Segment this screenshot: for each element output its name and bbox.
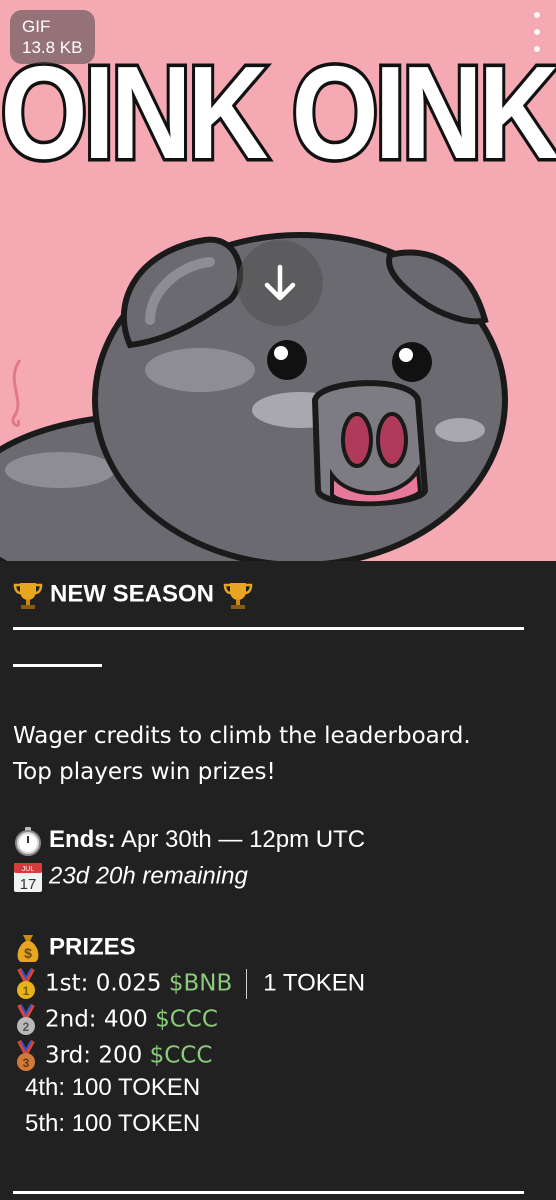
svg-text:JUL: JUL <box>22 866 35 873</box>
gif-size-badge: GIF 13.8 KB <box>10 10 95 64</box>
stopwatch-icon <box>15 826 41 856</box>
prize-2nd-text: 2nd: 400 <box>45 1006 156 1033</box>
gif-media[interactable]: OINK OINK GIF 13.8 KB <box>0 0 556 561</box>
download-button[interactable] <box>237 240 323 326</box>
silver-medal-icon: 2 <box>17 1004 35 1035</box>
svg-text:17: 17 <box>20 876 37 893</box>
prize-row-4th: 4th: 100 TOKEN <box>25 1074 201 1101</box>
divider-line-short <box>13 664 102 667</box>
prize-3rd-text: 3rd: 200 <box>45 1042 150 1069</box>
intro-line-1: Wager credits to climb the leaderboard. <box>13 723 471 749</box>
divider-line <box>13 627 524 630</box>
gif-size-label: 13.8 KB <box>22 38 83 57</box>
prizes-header: $ PRIZES <box>13 932 136 964</box>
ends-row: Ends: Apr 30th — 12pm UTC <box>13 825 365 856</box>
ends-value: Apr 30th — 12pm UTC <box>121 826 366 853</box>
prize-row-2nd: 2 2nd: 400 $CCC <box>13 1004 218 1036</box>
remaining-text: 23d 20h remaining <box>49 862 248 890</box>
gold-medal-icon: 1 <box>17 968 35 999</box>
prize-row-5th: 5th: 100 TOKEN <box>25 1110 201 1137</box>
bronze-medal-icon: 3 <box>17 1040 35 1071</box>
prize-1st-ticker: $BNB <box>168 970 233 997</box>
message-body: NEW SEASON Wager credits to climb the le… <box>0 561 556 1200</box>
svg-text:3: 3 <box>23 1056 30 1070</box>
more-vertical-icon[interactable] <box>532 12 542 52</box>
intro-line-2: Top players win prizes! <box>13 759 276 785</box>
svg-text:1: 1 <box>23 984 30 998</box>
prize-1st-text: 1st: 0.025 <box>45 970 169 997</box>
trophy-icon <box>223 583 253 609</box>
prize-2nd-ticker: $CCC <box>155 1006 218 1033</box>
arrow-down-icon <box>264 264 296 301</box>
ends-label: Ends: <box>49 826 116 853</box>
calendar-icon: JUL 17 <box>14 863 42 893</box>
remaining-row: JUL 17 23d 20h remaining <box>13 861 248 893</box>
season-header: NEW SEASON <box>12 579 254 611</box>
prize-row-3rd: 3 3rd: 200 $CCC <box>13 1040 212 1072</box>
gif-type-label: GIF <box>22 17 51 36</box>
svg-text:$: $ <box>24 945 32 961</box>
prizes-label: PRIZES <box>49 933 136 961</box>
prize-3rd-ticker: $CCC <box>149 1042 213 1069</box>
divider-line-bottom <box>13 1191 524 1194</box>
prize-separator <box>246 969 248 999</box>
trophy-icon <box>13 583 43 609</box>
prize-1st-alt: 1 TOKEN <box>263 969 366 997</box>
svg-text:2: 2 <box>23 1020 30 1034</box>
money-bag-icon: $ <box>17 935 39 962</box>
season-header-text: NEW SEASON <box>50 580 215 608</box>
prize-row-1st: 1 1st: 0.025 $BNB 1 TOKEN <box>13 968 365 1000</box>
